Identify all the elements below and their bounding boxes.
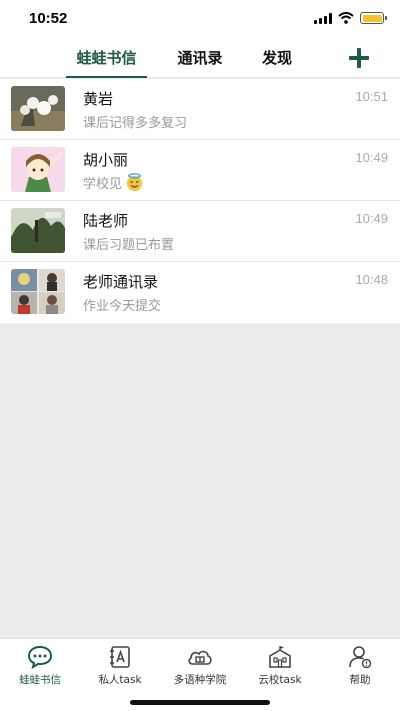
cloud-school-icon <box>188 650 212 665</box>
bottom-tab-label: 云校task <box>258 674 302 686</box>
wifi-icon <box>338 12 354 24</box>
avatar <box>11 147 65 192</box>
signal-icon <box>314 12 332 24</box>
chat-time: 10:49 <box>355 150 388 165</box>
chat-time: 10:48 <box>355 272 388 287</box>
bottom-tab-cloud-school-task[interactable]: 云校task <box>240 645 320 687</box>
avatar <box>11 269 65 314</box>
bottom-tab-label: 帮助 <box>349 674 371 686</box>
chat-item-huangyan[interactable]: 黄岩 课后记得多多复习 10:51 <box>0 79 400 140</box>
avatar <box>11 208 65 253</box>
chat-preview-text: 课后记得多多复习 <box>83 116 188 131</box>
chat-name: 黄岩 <box>83 90 114 108</box>
bottom-tab-help[interactable]: 帮助 <box>320 645 400 687</box>
chat-name: 陆老师 <box>83 212 129 230</box>
bottom-tab-private-task[interactable]: 私人task <box>80 645 160 687</box>
bottom-tab-language-school[interactable]: 多语种学院 <box>160 645 240 687</box>
chat-item-huxiaoli[interactable]: 胡小丽 学校见 10:49 <box>0 140 400 201</box>
chat-time: 10:51 <box>355 89 388 104</box>
tab-discover[interactable]: 发现 <box>254 46 300 78</box>
chat-item-teacher-directory[interactable]: 老师通讯录 作业今天提交 10:48 <box>0 262 400 323</box>
bottom-tab-label: 私人task <box>98 674 142 686</box>
chat-preview: 学校见 <box>83 173 144 192</box>
chat-preview-text: 学校见 <box>83 177 123 192</box>
chat-name: 胡小丽 <box>83 151 129 169</box>
status-icons <box>314 12 387 24</box>
chat-preview-text: 课后习题已布置 <box>83 238 175 253</box>
bottom-tab-messages[interactable]: 蛙蛙书信 <box>0 645 80 687</box>
chat-preview: 作业今天提交 <box>83 295 161 314</box>
bottom-tab-label: 多语种学院 <box>173 674 227 686</box>
notebook-icon <box>110 646 130 668</box>
home-indicator <box>130 700 270 705</box>
tab-contacts[interactable]: 通讯录 <box>170 46 230 78</box>
chat-name: 老师通讯录 <box>83 273 159 291</box>
chat-time: 10:49 <box>355 211 388 226</box>
bottom-tab-label: 蛙蛙书信 <box>19 674 61 686</box>
top-nav: 蛙蛙书信 通讯录 发现 <box>0 38 400 78</box>
chat-bubble-icon <box>27 645 53 669</box>
school-building-icon <box>269 646 291 668</box>
tab-messages[interactable]: 蛙蛙书信 <box>66 46 147 78</box>
plus-icon[interactable] <box>348 47 370 69</box>
chat-preview: 课后记得多多复习 <box>83 112 187 131</box>
smiling-face-with-halo-icon <box>126 173 143 192</box>
status-time: 10:52 <box>29 10 68 27</box>
chat-preview-text: 作业今天提交 <box>83 299 162 314</box>
help-user-icon <box>349 646 372 669</box>
chat-item-lu-teacher[interactable]: 陆老师 课后习题已布置 10:49 <box>0 201 400 262</box>
status-bar: 10:52 <box>0 0 400 38</box>
avatar <box>11 86 65 131</box>
chat-preview: 课后习题已布置 <box>83 234 174 253</box>
chat-list: 黄岩 课后记得多多复习 10:51 胡小丽 学校见 10:49 陆老师 课后习题… <box>0 79 400 323</box>
battery-icon <box>360 12 387 24</box>
